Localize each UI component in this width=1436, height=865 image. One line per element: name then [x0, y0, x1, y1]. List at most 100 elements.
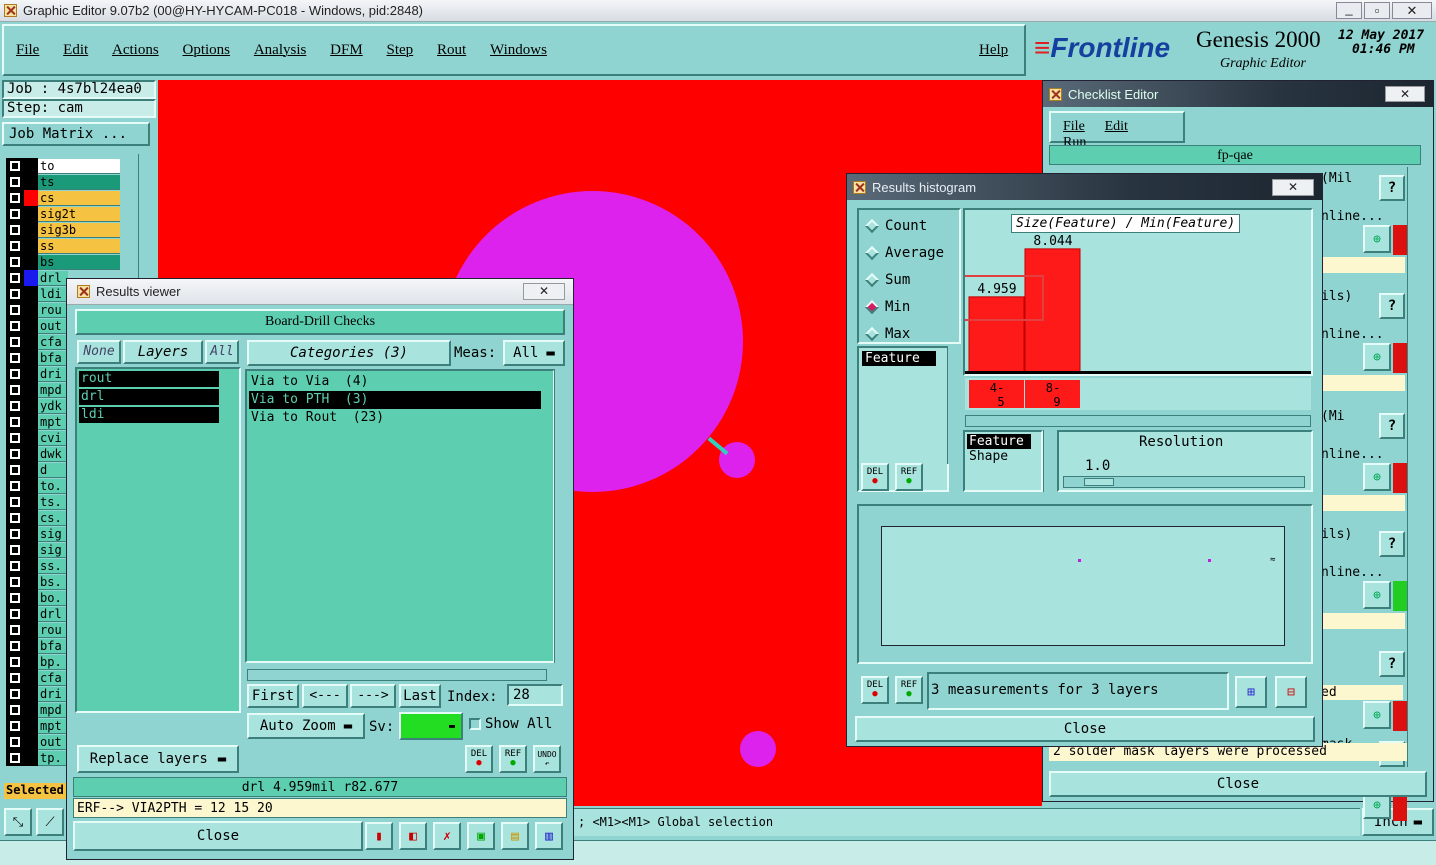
preview-canvas[interactable]: ≈ [881, 526, 1285, 646]
auto-zoom-select[interactable]: Auto Zoom ▬ [247, 713, 365, 739]
layer-color-swatch[interactable] [24, 174, 38, 190]
layer-checkbox[interactable] [6, 622, 24, 638]
checklist-row[interactable]: (Mil [1321, 171, 1352, 186]
layer-name[interactable]: rou [38, 302, 68, 318]
help-button[interactable]: ? [1379, 651, 1405, 677]
undo-button[interactable]: UNDO ↶ [533, 745, 561, 773]
layer-name[interactable]: mpd [38, 382, 68, 398]
menu-options[interactable]: Options [183, 42, 231, 59]
checklist-row[interactable]: nline... [1321, 565, 1384, 580]
histogram-bar[interactable] [1024, 248, 1081, 374]
layer-color-swatch[interactable] [24, 206, 38, 222]
index-input[interactable]: 28 [507, 684, 563, 706]
categories-hscrollbar[interactable] [247, 669, 547, 681]
layer-color-swatch[interactable] [24, 302, 38, 318]
layer-color-swatch[interactable] [24, 398, 38, 414]
layer-name[interactable]: to. [38, 478, 68, 494]
layer-name[interactable]: ldi [38, 286, 68, 302]
preview-del-button[interactable]: DEL ● [861, 676, 889, 704]
zoom-select-icon[interactable]: ⊟ [1275, 676, 1307, 708]
layer-color-swatch[interactable] [24, 446, 38, 462]
layer-checkbox[interactable] [6, 574, 24, 590]
layer-checkbox[interactable] [6, 558, 24, 574]
checklist-menu-file[interactable]: File [1063, 119, 1085, 135]
menu-rout[interactable]: Rout [437, 42, 466, 59]
export-icon[interactable]: ◧ [399, 822, 427, 850]
layer-name[interactable]: rou [38, 622, 68, 638]
all-button[interactable]: All [205, 340, 239, 364]
layer-checkbox[interactable] [6, 158, 24, 174]
menu-analysis[interactable]: Analysis [254, 42, 307, 59]
layer-color-swatch[interactable] [24, 414, 38, 430]
close-window-button[interactable]: ✕ [1392, 2, 1432, 19]
layer-name[interactable]: cvi [38, 430, 68, 446]
histogram-hscrollbar[interactable] [965, 415, 1311, 427]
layer-checkbox[interactable] [6, 606, 24, 622]
layer-name[interactable]: bp. [38, 654, 68, 670]
menu-dfm[interactable]: DFM [330, 42, 363, 59]
zoom-icon[interactable]: ⊕ [1363, 581, 1391, 609]
layer-color-swatch[interactable] [24, 430, 38, 446]
layer-row[interactable]: sig3b [6, 222, 128, 238]
layer-name[interactable]: out [38, 734, 68, 750]
feature-list-item[interactable]: Feature [862, 351, 936, 366]
checklist-close-icon[interactable]: ✕ [1385, 86, 1425, 102]
last-button[interactable]: Last [399, 684, 441, 708]
layer-row[interactable]: to [6, 158, 128, 174]
checklist-row[interactable]: nline... [1321, 209, 1384, 224]
zoom-icon[interactable]: ⊕ [1363, 701, 1391, 729]
layer-checkbox[interactable] [6, 334, 24, 350]
layer-name[interactable]: bfa [38, 638, 68, 654]
meas-select[interactable]: All ▬ [503, 340, 565, 366]
checklist-row[interactable]: ils) [1321, 527, 1352, 542]
layer-checkbox[interactable] [6, 750, 24, 766]
layer-color-swatch[interactable] [24, 558, 38, 574]
option-sum[interactable]: Sum [864, 266, 959, 293]
layer-color-swatch[interactable] [24, 686, 38, 702]
layer-name[interactable]: cfa [38, 334, 68, 350]
tool-zoom-icon[interactable]: ⤡ [4, 808, 32, 836]
menu-actions[interactable]: Actions [112, 42, 159, 59]
layer-color-swatch[interactable] [24, 334, 38, 350]
layer-checkbox[interactable] [6, 318, 24, 334]
help-button[interactable]: ? [1379, 175, 1405, 201]
hist-ref-button[interactable]: REF ● [895, 463, 923, 491]
layer-checkbox[interactable] [6, 526, 24, 542]
maximize-button[interactable]: ▫ [1364, 2, 1390, 19]
replace-layers-button[interactable]: Replace layers ▬ [77, 745, 239, 773]
list-item[interactable]: ldi [79, 407, 219, 423]
shape-item[interactable]: Shape [967, 449, 1039, 464]
menu-file[interactable]: File [16, 42, 39, 59]
layer-color-swatch[interactable] [24, 750, 38, 766]
layer-checkbox[interactable] [6, 590, 24, 606]
feature-item[interactable]: Feature [967, 434, 1031, 449]
layer-name[interactable]: mpt [38, 414, 68, 430]
layer-checkbox[interactable] [6, 494, 24, 510]
list-item[interactable]: drl [79, 389, 219, 405]
layer-name[interactable]: ts. [38, 494, 68, 510]
layer-checkbox[interactable] [6, 462, 24, 478]
layer-name[interactable]: dri [38, 366, 68, 382]
layer-name[interactable]: dri [38, 686, 68, 702]
flag-icon[interactable]: ▮ [365, 822, 393, 850]
menu-step[interactable]: Step [387, 42, 414, 59]
preview-ref-button[interactable]: REF ● [895, 676, 923, 704]
layer-color-swatch[interactable] [24, 590, 38, 606]
layer-checkbox[interactable] [6, 670, 24, 686]
checklist-close-button[interactable]: Close [1049, 771, 1427, 797]
layer-checkbox[interactable] [6, 718, 24, 734]
layer-name[interactable]: bfa [38, 350, 68, 366]
layer-color-swatch[interactable] [24, 318, 38, 334]
layer-name[interactable]: ydk [38, 398, 68, 414]
layer-name[interactable]: cs [38, 190, 120, 206]
erf-icon[interactable]: ✗ [433, 822, 461, 850]
layer-checkbox[interactable] [6, 366, 24, 382]
layer-row[interactable]: sig2t [6, 206, 128, 222]
layer-name[interactable]: sig [38, 542, 68, 558]
layer-color-swatch[interactable] [24, 478, 38, 494]
first-button[interactable]: First [247, 684, 299, 708]
layer-name[interactable]: d [38, 462, 68, 478]
del-button[interactable]: DEL ● [465, 745, 493, 773]
layer-color-swatch[interactable] [24, 254, 38, 270]
histogram-close-icon[interactable]: ✕ [1272, 178, 1314, 196]
